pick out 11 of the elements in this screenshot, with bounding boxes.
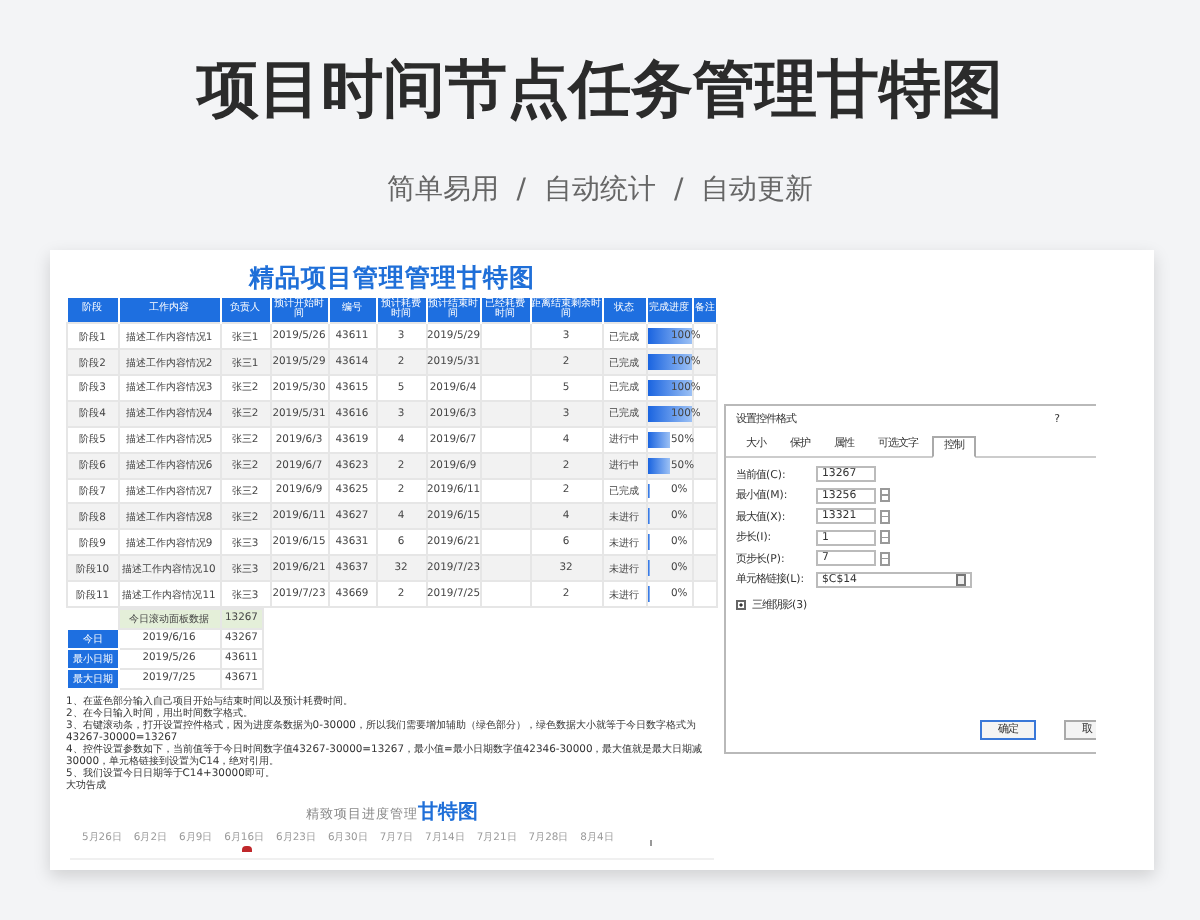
subtitle-text: 简单易用: [386, 172, 499, 208]
separator: /: [674, 172, 684, 208]
subtitle-text: 自动更新: [701, 172, 814, 208]
page-title: 项目时间节点任务管理甘特图: [197, 52, 1003, 128]
collapse-icon[interactable]: [956, 573, 966, 585]
subtitle-text: 自动统计: [544, 172, 656, 208]
today-marker-icon: [242, 845, 252, 852]
tick-mark: [649, 839, 652, 846]
sheet-title: 精品项目管理管理甘特图: [249, 262, 535, 294]
separator: /: [516, 172, 526, 208]
checkbox[interactable]: [736, 600, 746, 610]
